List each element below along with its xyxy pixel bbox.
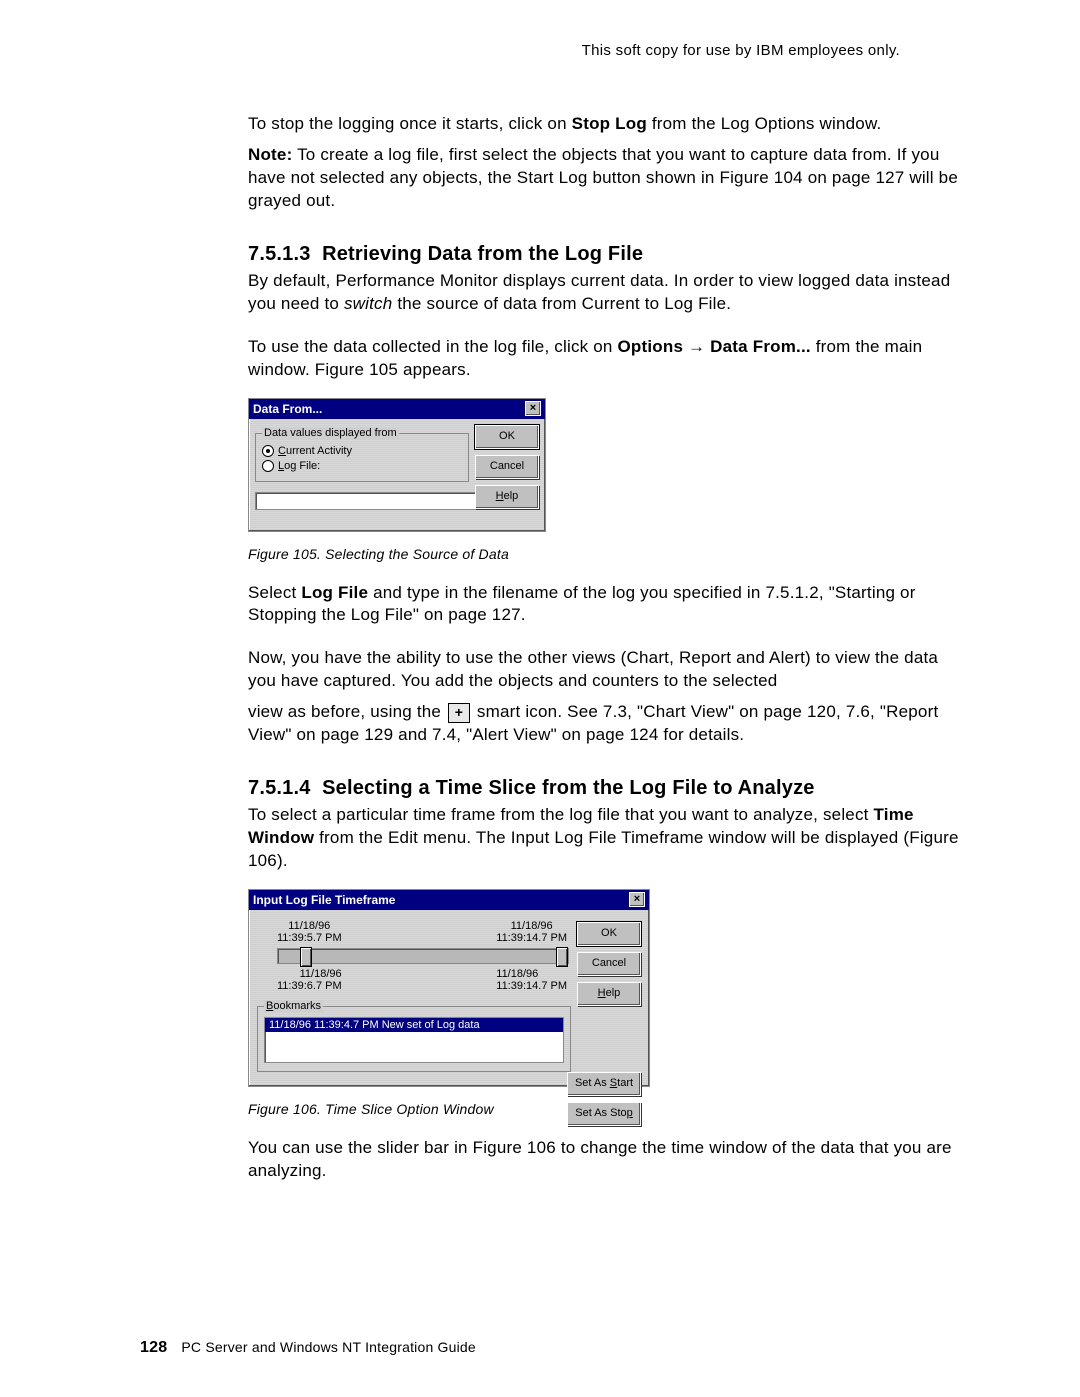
footer-title: PC Server and Windows NT Integration Gui… [181,1339,476,1355]
slider-handle-left[interactable] [300,947,312,967]
ok-button[interactable]: OK [475,425,539,449]
paragraph-stop-log: To stop the logging once it starts, clic… [248,113,970,136]
figure-105-caption: Figure 105. Selecting the Source of Data [248,546,990,562]
sec1b-p2: Now, you have the ability to use the oth… [248,647,970,693]
lower-time-labels: 11/18/9611:39:6.7 PM 11/18/9611:39:14.7 … [277,968,567,992]
help-button[interactable]: Help [475,485,539,509]
section-7-5-1-4-heading: 7.5.1.4 Selecting a Time Slice from the … [248,777,990,800]
sec1b-p1: Select Log File and type in the filename… [248,582,970,628]
radio-icon[interactable] [262,460,274,472]
timeframe-dialog: Input Log File Timeframe × 11/18/9611:39… [248,889,650,1087]
plus-icon: + [448,703,470,723]
close-icon[interactable]: × [525,401,541,416]
groupbox-legend: Data values displayed from [262,427,399,439]
page-footer: 128 PC Server and Windows NT Integration… [140,1339,476,1357]
set-as-stop-button[interactable]: Set As Stop [567,1102,641,1126]
bookmark-item-selected[interactable]: 11/18/96 11:39:4.7 PM New set of Log dat… [265,1018,563,1032]
set-as-start-button[interactable]: Set As Start [567,1072,641,1096]
cancel-button[interactable]: Cancel [475,455,539,479]
section-7-5-1-3-heading: 7.5.1.3 Retrieving Data from the Log Fil… [248,243,990,266]
paragraph-note: Note: To create a log file, first select… [248,144,970,213]
slider-handle-right[interactable] [556,947,568,967]
timeframe-title: Input Log File Timeframe [253,893,395,907]
ok-button[interactable]: OK [577,922,641,946]
upper-time-labels: 11/18/9611:39:5.7 PM 11/18/9611:39:14.7 … [277,920,567,944]
close-icon[interactable]: × [629,892,645,907]
sec1b-p3: view as before, using the + smart icon. … [248,701,970,747]
radio-current-activity[interactable]: Current Activity [262,445,462,457]
bookmarks-legend: Bookmarks [264,1000,323,1012]
page: This soft copy for use by IBM employees … [0,0,1080,1397]
radio-log-file[interactable]: Log File: [262,460,462,472]
radio-icon[interactable] [262,445,274,457]
sec2-p1: To select a particular time frame from t… [248,804,970,873]
data-values-groupbox: Data values displayed from Current Activ… [255,433,469,482]
timeframe-titlebar[interactable]: Input Log File Timeframe × [249,890,649,910]
data-from-title: Data From... [253,402,322,416]
page-number: 128 [140,1339,167,1356]
log-file-path-input[interactable] [255,492,477,510]
header-note: This soft copy for use by IBM employees … [140,42,900,59]
data-from-dialog: Data From... × Data values displayed fro… [248,398,546,532]
data-from-titlebar[interactable]: Data From... × [249,399,545,419]
sec1-p1: By default, Performance Monitor displays… [248,270,970,316]
paragraph-last: You can use the slider bar in Figure 106… [248,1137,970,1183]
bookmarks-groupbox: Bookmarks 11/18/96 11:39:4.7 PM New set … [257,1006,571,1072]
help-button[interactable]: Help [577,982,641,1006]
sec1-p2: To use the data collected in the log fil… [248,336,970,382]
time-slider[interactable] [277,948,569,964]
cancel-button[interactable]: Cancel [577,952,641,976]
bookmark-list[interactable]: 11/18/96 11:39:4.7 PM New set of Log dat… [264,1017,564,1063]
